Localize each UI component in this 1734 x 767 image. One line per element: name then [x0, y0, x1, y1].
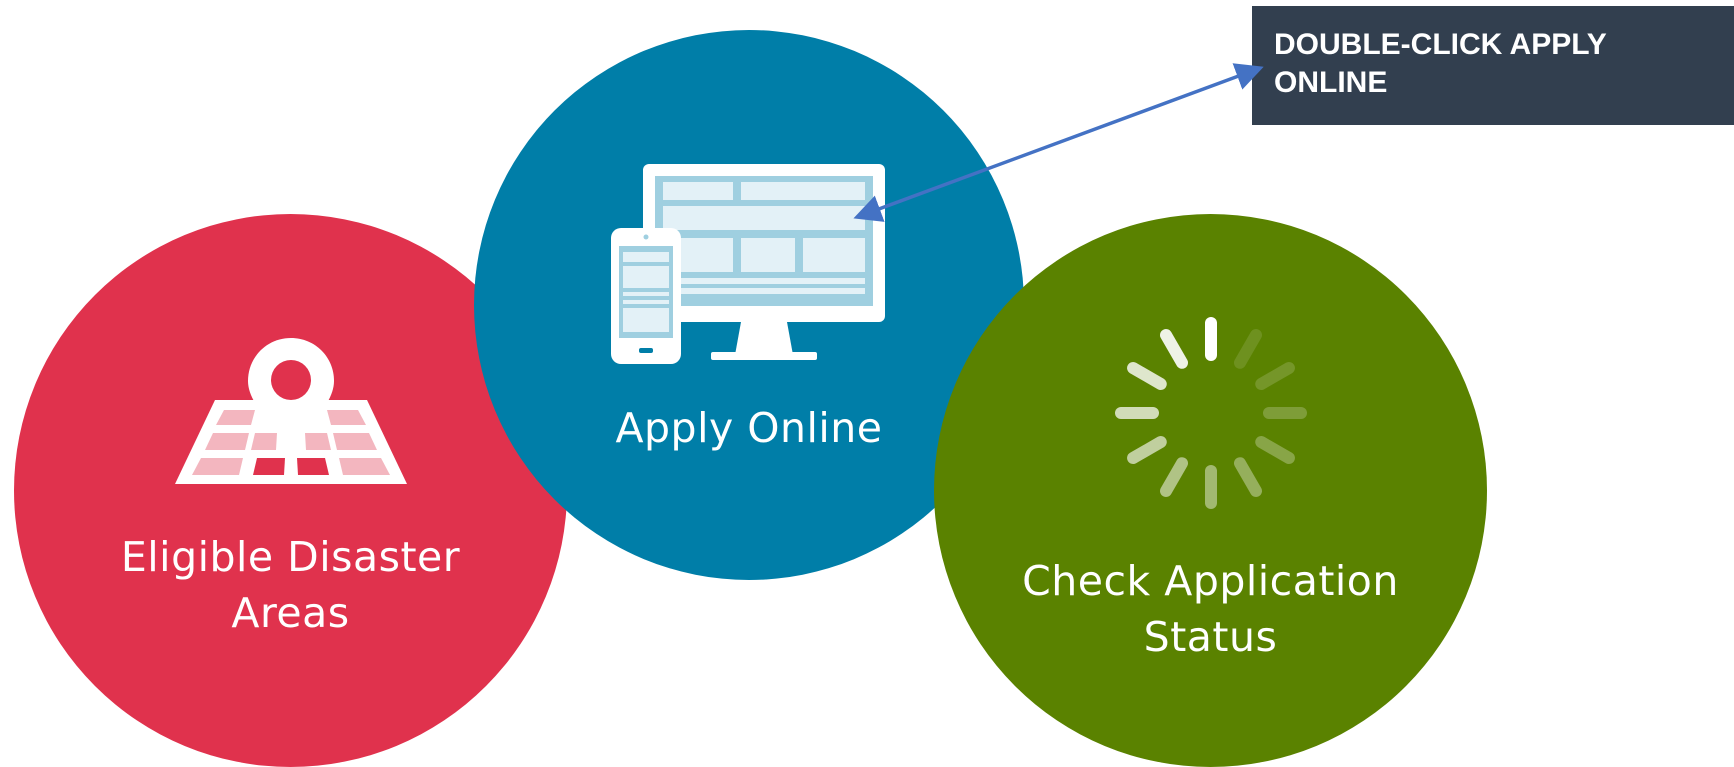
loading-spinner-icon	[1115, 317, 1307, 509]
label-line-2: Areas	[231, 589, 350, 637]
check-application-status-tile[interactable]: Check Application Status	[934, 214, 1487, 767]
check-application-status-label: Check Application Status	[934, 553, 1487, 665]
eligible-disaster-areas-label: Eligible Disaster Areas	[14, 529, 567, 641]
label-line-1: Check Application	[1022, 557, 1399, 605]
callout-text: DOUBLE-CLICK APPLY ONLINE	[1274, 28, 1607, 99]
stage: Eligible Disaster Areas Apply Online Che…	[0, 0, 1734, 767]
label-line-1: Eligible Disaster	[120, 533, 461, 581]
instruction-callout: DOUBLE-CLICK APPLY ONLINE	[1252, 6, 1734, 125]
map-pin-icon	[175, 338, 407, 484]
devices-icon	[611, 164, 885, 364]
label-line-2: Status	[1143, 613, 1278, 661]
